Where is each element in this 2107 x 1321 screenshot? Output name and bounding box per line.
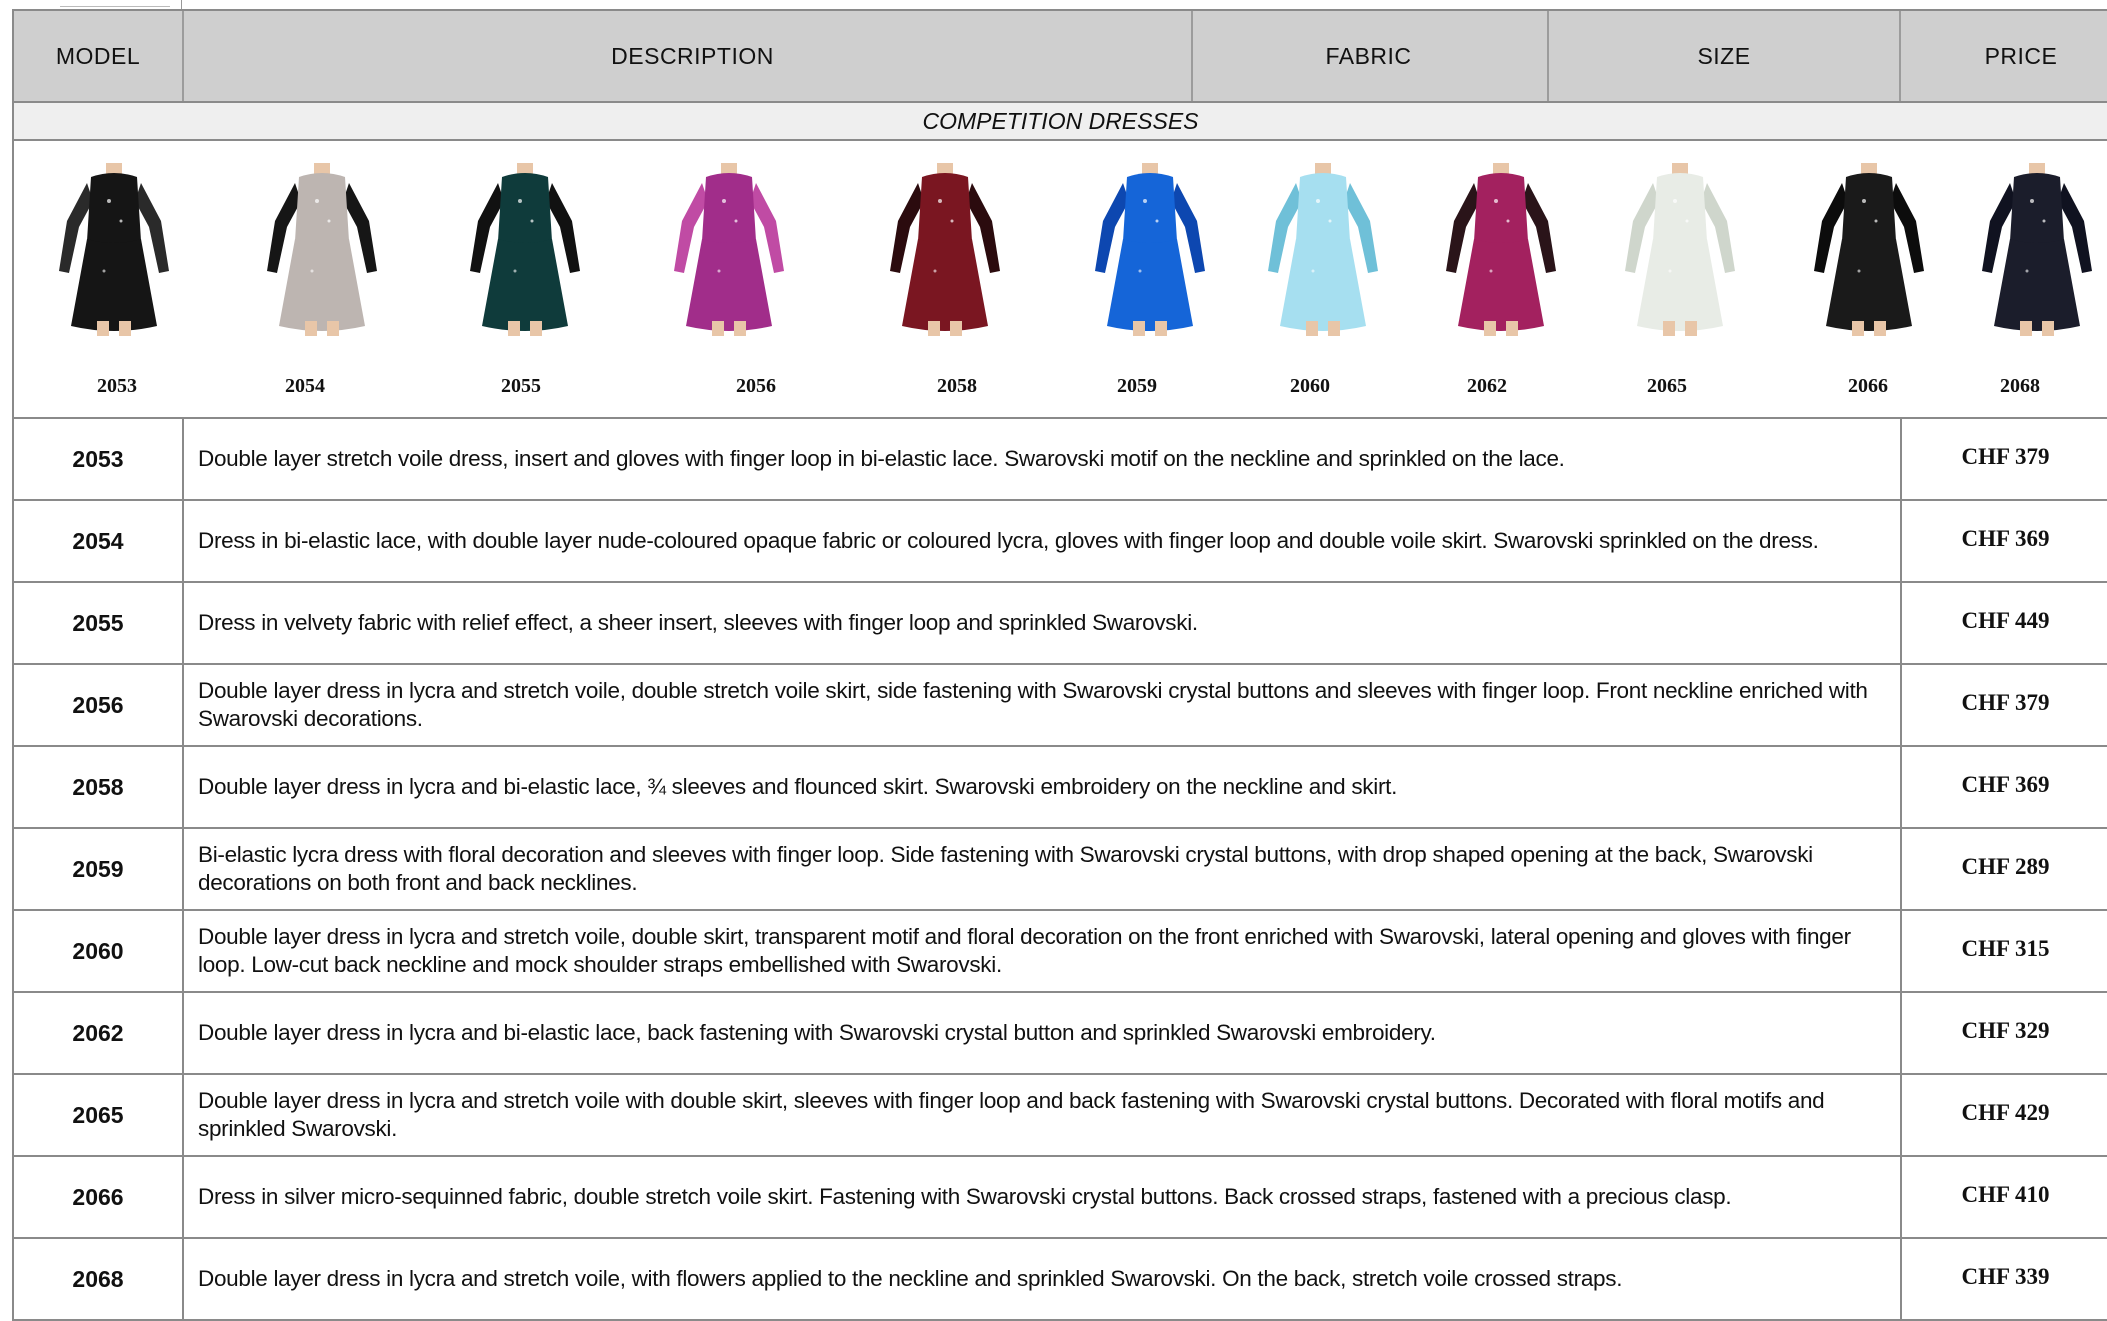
dress-figure-icon <box>267 163 377 336</box>
row-price: CHF 379 <box>1961 444 2050 469</box>
dress-photo <box>1615 161 1745 336</box>
row-description: Bi-elastic lycra dress with floral decor… <box>198 842 1813 895</box>
dress-figure-icon <box>890 163 1000 336</box>
row-description: Dress in velvety fabric with relief effe… <box>198 610 1198 635</box>
row-description: Double layer dress in lycra and bi-elast… <box>198 1020 1436 1045</box>
row-description: Double layer dress in lycra and stretch … <box>198 1088 1825 1141</box>
dress-figure-icon <box>1814 163 1924 336</box>
dress-photo-model-label: 2058 <box>937 375 977 397</box>
row-price: CHF 429 <box>1961 1100 2050 1125</box>
row-description: Dress in silver micro-sequinned fabric, … <box>198 1184 1732 1209</box>
row-description: Dress in bi-elastic lace, with double la… <box>198 528 1819 553</box>
row-model: 2055 <box>72 609 124 636</box>
dress-figure-icon <box>1625 163 1735 336</box>
dress-photo-model-label: 2056 <box>736 375 776 397</box>
row-description: Double layer dress in lycra and stretch … <box>198 924 1851 977</box>
row-price: CHF 289 <box>1961 854 2050 879</box>
row-price: CHF 339 <box>1961 1264 2050 1289</box>
header-description: DESCRIPTION <box>611 42 774 69</box>
row-price: CHF 369 <box>1961 772 2050 797</box>
dress-photo-model-label: 2059 <box>1117 375 1157 397</box>
row-model: 2059 <box>72 855 124 882</box>
dress-photo-model-label: 2054 <box>285 375 325 397</box>
dress-gallery: 2053 2054 2055 2056 2058 2059 2060 2062 2065 2066… <box>12 141 2107 419</box>
row-model: 2065 <box>72 1101 124 1128</box>
dress-figure-icon <box>1446 163 1556 336</box>
row-model: 2056 <box>72 691 124 718</box>
dress-figure-icon <box>674 163 784 336</box>
dress-figure-icon <box>1982 163 2092 336</box>
row-price: CHF 410 <box>1961 1182 2050 1207</box>
dress-figure-icon <box>1268 163 1378 336</box>
row-price: CHF 369 <box>1961 526 2050 551</box>
header-size: SIZE <box>1697 42 1751 69</box>
dress-photo <box>1258 161 1388 336</box>
dress-photo <box>257 161 387 336</box>
dress-photo <box>1436 161 1566 336</box>
header-price: PRICE <box>1984 42 2058 69</box>
logo-stub <box>60 0 170 7</box>
header-fabric: FABRIC <box>1325 42 1412 69</box>
table-row: 2065 Double layer dress in lycra and stre… <box>12 1075 2107 1157</box>
row-model: 2058 <box>72 773 124 800</box>
dress-figure-icon <box>1095 163 1205 336</box>
table-row: 2059 Bi-elastic lycra dress with floral d… <box>12 829 2107 911</box>
row-description: Double layer dress in lycra and stretch … <box>198 1266 1623 1291</box>
row-model: 2053 <box>72 445 124 472</box>
dress-photo <box>1085 161 1215 336</box>
row-price: CHF 315 <box>1961 936 2050 961</box>
row-model: 2066 <box>72 1183 124 1210</box>
header-model: MODEL <box>55 42 141 69</box>
dress-photo-model-label: 2053 <box>97 375 137 397</box>
row-description: Double layer dress in lycra and bi-elast… <box>198 774 1398 799</box>
table-row: 2053 Double layer stretch voile dress, in… <box>12 419 2107 501</box>
row-price: CHF 329 <box>1961 1018 2050 1043</box>
row-description: Double layer stretch voile dress, insert… <box>198 446 1565 471</box>
dress-photo <box>880 161 1010 336</box>
row-model: 2068 <box>72 1265 124 1292</box>
dress-figure-icon <box>470 163 580 336</box>
table-row: 2058 Double layer dress in lycra and bi-e… <box>12 747 2107 829</box>
dress-photo-model-label: 2062 <box>1467 375 1507 397</box>
row-description: Double layer dress in lycra and stretch … <box>198 678 1868 731</box>
dress-photo-model-label: 2068 <box>2000 375 2040 397</box>
row-price: CHF 379 <box>1961 690 2050 715</box>
row-model: 2060 <box>72 937 124 964</box>
dress-photo-model-label: 2065 <box>1647 375 1687 397</box>
dress-photo-model-label: 2055 <box>501 375 541 397</box>
top-divider <box>181 0 182 9</box>
row-model: 2054 <box>72 527 124 554</box>
dress-photo <box>1804 161 1934 336</box>
dress-photo-model-label: 2060 <box>1290 375 1330 397</box>
section-title: COMPETITION DRESSES <box>12 103 2107 141</box>
row-price: CHF 449 <box>1961 608 2050 633</box>
dress-photo <box>460 161 590 336</box>
dress-photo <box>49 161 179 336</box>
table-row: 2066 Dress in silver micro-sequinned fabr… <box>12 1157 2107 1239</box>
table-row: 2054 Dress in bi-elastic lace, with doubl… <box>12 501 2107 583</box>
table-header: MODEL DESCRIPTION FABRIC SIZE PRICE <box>12 9 2107 103</box>
table-row: 2060 Double layer dress in lycra and stre… <box>12 911 2107 993</box>
row-model: 2062 <box>72 1019 124 1046</box>
table-row: 2056 Double layer dress in lycra and stre… <box>12 665 2107 747</box>
dress-photo <box>664 161 794 336</box>
table-row: 2055 Dress in velvety fabric with relief … <box>12 583 2107 665</box>
table-row: 2062 Double layer dress in lycra and bi-e… <box>12 993 2107 1075</box>
dress-photo <box>1972 161 2102 336</box>
table-row: 2068 Double layer dress in lycra and stre… <box>12 1239 2107 1321</box>
dress-photo-model-label: 2066 <box>1848 375 1888 397</box>
price-list-page: MODEL DESCRIPTION FABRIC SIZE PRICE COMP… <box>0 0 2107 1321</box>
dress-figure-icon <box>59 163 169 336</box>
